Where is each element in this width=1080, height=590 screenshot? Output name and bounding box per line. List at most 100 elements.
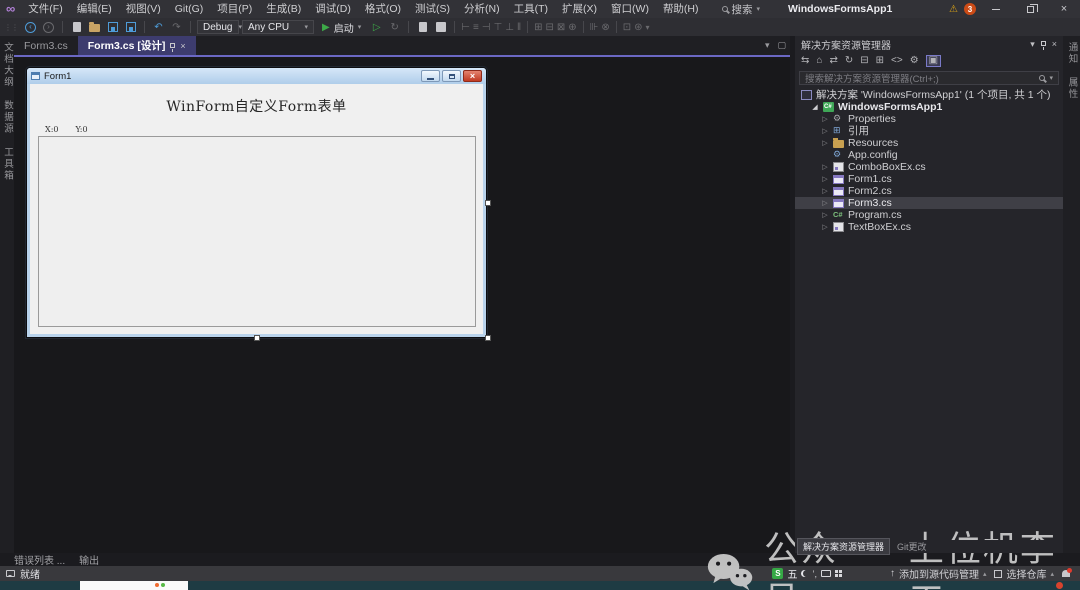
tree-item[interactable]: ▷ Resources bbox=[795, 137, 1063, 149]
pending-changes-filter-icon[interactable]: ⊞ bbox=[876, 56, 884, 66]
document-tab[interactable]: Form3.cs [设计] × bbox=[77, 36, 196, 55]
float-window-icon[interactable]: ▢ bbox=[777, 40, 786, 51]
expand-arrow-icon[interactable]: ▷ bbox=[821, 127, 829, 135]
ime-menu-icon[interactable] bbox=[834, 570, 842, 577]
taskbar-window-preview[interactable] bbox=[80, 581, 188, 590]
vertical-spacing-icon[interactable]: ⊗ bbox=[601, 22, 609, 33]
sync-with-active-document-icon[interactable]: ⇄ bbox=[829, 56, 837, 66]
tool-window-tab[interactable]: 通知 bbox=[1065, 42, 1079, 65]
same-height-icon[interactable]: ⊟ bbox=[545, 22, 553, 33]
form-minimize-button[interactable] bbox=[421, 70, 440, 82]
feedback-icon[interactable] bbox=[6, 570, 15, 577]
start-without-debug-button[interactable]: ▷ bbox=[369, 20, 384, 35]
panel-tab[interactable]: 解决方案资源管理器 bbox=[797, 538, 891, 555]
punctuation-label[interactable]: ’, bbox=[812, 569, 817, 579]
align-right-icon[interactable]: ⊣ bbox=[482, 22, 491, 33]
menu-item[interactable]: 窗口(W) bbox=[604, 0, 656, 18]
tree-item[interactable]: ▷ ComboBoxEx.cs bbox=[795, 161, 1063, 173]
zoom-icon[interactable]: ⊕ bbox=[568, 22, 576, 33]
bottom-panel-tab[interactable]: 错误列表 ... bbox=[14, 552, 65, 567]
expand-arrow-icon[interactable]: ▷ bbox=[821, 211, 829, 219]
tree-item[interactable]: ▷ Form1.cs bbox=[795, 173, 1063, 185]
form-client-area[interactable]: WinForm自定义Form表单 X:0 Y:0 bbox=[30, 84, 483, 334]
expand-arrow-icon[interactable]: ▷ bbox=[821, 223, 829, 231]
keyboard-icon[interactable] bbox=[820, 570, 831, 577]
expand-arrow-icon[interactable]: ▷ bbox=[821, 175, 829, 183]
form-close-button[interactable]: × bbox=[463, 70, 482, 82]
tool-window-tab[interactable]: 工具箱 bbox=[0, 147, 14, 182]
tree-item[interactable]: ▷ Form3.cs bbox=[795, 197, 1063, 209]
winforms-designer-canvas[interactable]: Form1 × WinForm自定义Form表单 X:0 Y:0 bbox=[14, 59, 790, 553]
resize-handle-bottom[interactable] bbox=[254, 335, 260, 341]
view-code-icon[interactable]: <> bbox=[891, 56, 903, 66]
designed-form[interactable]: Form1 × WinForm自定义Form表单 X:0 Y:0 bbox=[27, 68, 486, 337]
switch-views-icon[interactable]: ⇆ bbox=[801, 56, 809, 66]
tree-item[interactable]: ▷ 引用 bbox=[795, 125, 1063, 137]
start-debug-button[interactable]: ▶ 启动 ▾ bbox=[317, 20, 366, 35]
select-repository-button[interactable]: 选择仓库 ▴ bbox=[994, 566, 1054, 581]
project-row[interactable]: ◢ WindowsFormsApp1 bbox=[795, 101, 1063, 113]
tree-item[interactable]: ▷ TextBoxEx.cs bbox=[795, 221, 1063, 233]
input-method-bar[interactable]: S 五 ’, bbox=[772, 566, 842, 581]
expand-arrow-icon[interactable]: ▷ bbox=[821, 139, 829, 147]
platform-dropdown[interactable]: Any CPU ▾ bbox=[242, 20, 314, 34]
menu-item[interactable]: Git(G) bbox=[168, 0, 211, 18]
menu-item[interactable]: 调试(D) bbox=[308, 0, 358, 18]
toolbar-overflow-icon[interactable]: ▾ bbox=[646, 23, 650, 32]
form-titlebar[interactable]: Form1 × bbox=[27, 68, 486, 84]
close-panel-icon[interactable]: × bbox=[1052, 39, 1057, 49]
form-panel-control[interactable] bbox=[38, 136, 476, 327]
same-width-icon[interactable]: ⊞ bbox=[534, 22, 542, 33]
tree-item[interactable]: ▷ Program.cs bbox=[795, 209, 1063, 221]
expand-arrow-icon[interactable]: ▷ bbox=[821, 115, 829, 123]
minimize-button[interactable] bbox=[982, 0, 1010, 18]
navigate-forward-button[interactable]: › bbox=[41, 20, 56, 35]
menu-item[interactable]: 扩展(X) bbox=[555, 0, 604, 18]
x-coordinate-label[interactable]: X:0 bbox=[45, 125, 58, 134]
new-project-button[interactable] bbox=[69, 20, 84, 35]
toggle-panel-button[interactable] bbox=[433, 20, 448, 35]
tool-window-tab[interactable]: 数据源 bbox=[0, 100, 14, 135]
resize-handle-corner[interactable] bbox=[485, 335, 491, 341]
resize-handle-right[interactable] bbox=[485, 200, 491, 206]
lock-controls-icon[interactable]: ⊛ bbox=[634, 22, 642, 33]
redo-button[interactable]: ↷ bbox=[169, 20, 184, 35]
navigate-back-button[interactable]: ‹ bbox=[23, 20, 38, 35]
home-scope-icon[interactable]: ⌂ bbox=[816, 56, 822, 66]
form-heading-label[interactable]: WinForm自定义Form表单 bbox=[30, 96, 483, 116]
close-button[interactable]: × bbox=[1050, 0, 1078, 18]
form-maximize-button[interactable] bbox=[442, 70, 461, 82]
menu-item[interactable]: 工具(T) bbox=[507, 0, 555, 18]
solution-search-box[interactable]: 搜索解决方案资源管理器(Ctrl+;) ▾ bbox=[799, 71, 1059, 85]
chevron-down-icon[interactable]: ▾ bbox=[1030, 39, 1035, 50]
undo-button[interactable]: ↶ bbox=[151, 20, 166, 35]
restore-button[interactable] bbox=[1016, 0, 1044, 18]
close-tab-icon[interactable]: × bbox=[180, 41, 185, 51]
menu-item[interactable]: 格式(O) bbox=[358, 0, 408, 18]
align-bottom-icon[interactable]: ‖ bbox=[517, 22, 521, 33]
horizontal-spacing-icon[interactable]: ⊪ bbox=[590, 22, 599, 33]
menu-item[interactable]: 视图(V) bbox=[119, 0, 168, 18]
toolbar-grip[interactable]: ⋮⋮ bbox=[4, 23, 19, 32]
pin-icon[interactable] bbox=[1040, 39, 1046, 50]
configuration-dropdown[interactable]: Debug ▾ bbox=[197, 20, 242, 34]
sogou-ime-icon[interactable]: S bbox=[772, 568, 784, 579]
align-center-icon[interactable]: ≡ bbox=[473, 22, 479, 33]
menu-item[interactable]: 测试(S) bbox=[408, 0, 457, 18]
open-folder-button[interactable] bbox=[87, 20, 102, 35]
align-left-icon[interactable]: ⊢ bbox=[461, 22, 470, 33]
document-tab[interactable]: Form3.cs × bbox=[14, 36, 78, 55]
refresh-icon[interactable]: ↻ bbox=[845, 56, 853, 66]
same-size-icon[interactable]: ⊠ bbox=[557, 22, 565, 33]
menu-item[interactable]: 项目(P) bbox=[210, 0, 259, 18]
pin-icon[interactable] bbox=[170, 41, 176, 52]
tool-window-tab[interactable]: 属性 bbox=[1065, 77, 1079, 100]
tree-item[interactable]: ▷ Properties bbox=[795, 113, 1063, 125]
ime-mode-label[interactable]: 五 bbox=[787, 566, 797, 581]
hot-reload-button[interactable]: ↻ bbox=[387, 20, 402, 35]
align-top-icon[interactable]: ⊤ bbox=[494, 22, 503, 33]
menu-item[interactable]: 文件(F) bbox=[21, 0, 69, 18]
size-to-grid-icon[interactable]: ⊡ bbox=[623, 22, 631, 33]
save-all-button[interactable] bbox=[123, 20, 138, 35]
add-to-source-control-button[interactable]: ↑ 添加到源代码管理 ▴ bbox=[890, 566, 987, 581]
